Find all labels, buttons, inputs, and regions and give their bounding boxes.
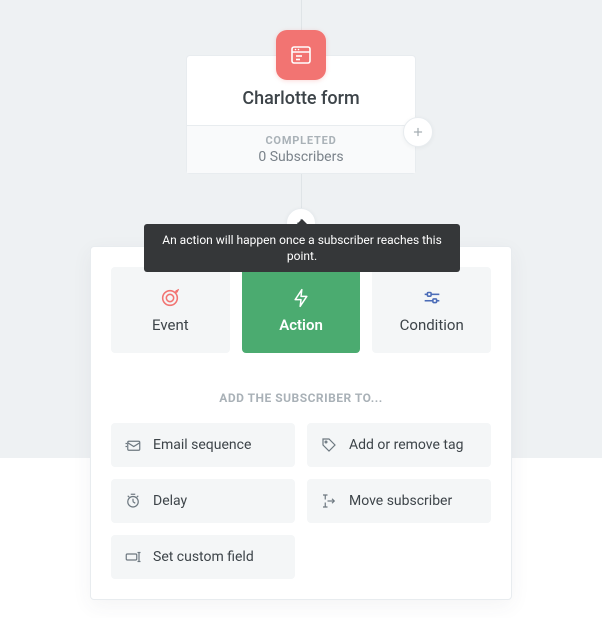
lightning-icon — [291, 286, 311, 310]
form-node[interactable]: Charlotte form COMPLETED 0 Subscribers — [186, 30, 416, 174]
action-delay-label: Delay — [153, 493, 187, 509]
action-grid: Email sequence Add or remove tag Delay — [111, 423, 491, 579]
action-tag-label: Add or remove tag — [349, 437, 463, 453]
action-tag[interactable]: Add or remove tag — [307, 423, 491, 467]
target-icon — [159, 286, 181, 310]
form-meta: COMPLETED 0 Subscribers — [187, 125, 415, 173]
action-custom-field-label: Set custom field — [153, 549, 254, 565]
email-sequence-icon — [123, 436, 143, 454]
clock-icon — [123, 492, 143, 510]
action-move[interactable]: Move subscriber — [307, 479, 491, 523]
form-icon — [276, 30, 326, 80]
add-branch-button[interactable] — [403, 117, 433, 147]
action-move-label: Move subscriber — [349, 493, 452, 509]
category-row: Event Action Condition — [111, 267, 491, 353]
category-event[interactable]: Event — [111, 267, 230, 353]
category-action-label: Action — [279, 316, 323, 334]
action-custom-field[interactable]: Set custom field — [111, 535, 295, 579]
move-icon — [319, 492, 339, 510]
category-event-label: Event — [152, 316, 189, 334]
form-title: Charlotte form — [187, 88, 415, 125]
category-condition[interactable]: Condition — [372, 267, 491, 353]
filter-icon — [421, 286, 443, 310]
custom-field-icon — [123, 548, 143, 566]
tag-icon — [319, 436, 339, 454]
form-completed-label: COMPLETED — [187, 134, 415, 147]
action-email-sequence[interactable]: Email sequence — [111, 423, 295, 467]
connector-line-top — [301, 0, 302, 30]
action-email-sequence-label: Email sequence — [153, 437, 251, 453]
tooltip: An action will happen once a subscriber … — [144, 224, 460, 272]
action-delay[interactable]: Delay — [111, 479, 295, 523]
sub-heading: ADD THE SUBSCRIBER TO... — [111, 391, 491, 405]
category-action[interactable]: Action — [242, 267, 361, 353]
category-condition-label: Condition — [400, 316, 464, 334]
form-subscribers: 0 Subscribers — [187, 149, 415, 165]
step-builder: Event Action Condition ADD THE SUBSCRIBE… — [90, 246, 512, 600]
